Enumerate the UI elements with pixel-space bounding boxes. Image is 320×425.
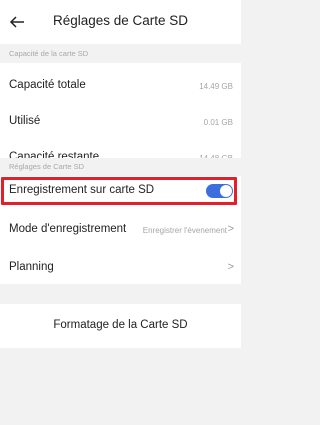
- recording-mode-label: Mode d'enregistrement: [9, 223, 127, 235]
- chevron-right-icon: >: [227, 261, 234, 273]
- planning-label: Planning: [9, 261, 54, 273]
- planning-row[interactable]: Planning >: [0, 258, 241, 284]
- recording-mode-value: Enregistrer l'évenement: [142, 226, 227, 235]
- section-label-capacity: Capacité de la carte SD: [9, 49, 89, 58]
- used-label: Utilisé: [9, 115, 41, 127]
- capacity-card: Capacité totale 14.49 GB Utilisé 0.01 GB…: [0, 63, 241, 163]
- format-row[interactable]: Formatage de la Carte SD: [0, 304, 241, 348]
- used-value: 0.01 GB: [203, 118, 233, 127]
- section-label-settings: Réglages de Carte SD: [0, 158, 250, 176]
- page-title: Réglages de Carte SD: [52, 13, 189, 28]
- total-capacity-label: Capacité totale: [9, 79, 86, 91]
- recording-mode-row[interactable]: Mode d'enregistrement Enregistrer l'éven…: [0, 218, 241, 244]
- chevron-right-icon: >: [227, 223, 234, 235]
- total-capacity-value: 14.49 GB: [199, 82, 233, 91]
- format-sd-button[interactable]: Formatage de la Carte SD: [0, 319, 241, 331]
- header-bar: Réglages de Carte SD: [0, 0, 241, 44]
- highlight-box: [1, 177, 237, 205]
